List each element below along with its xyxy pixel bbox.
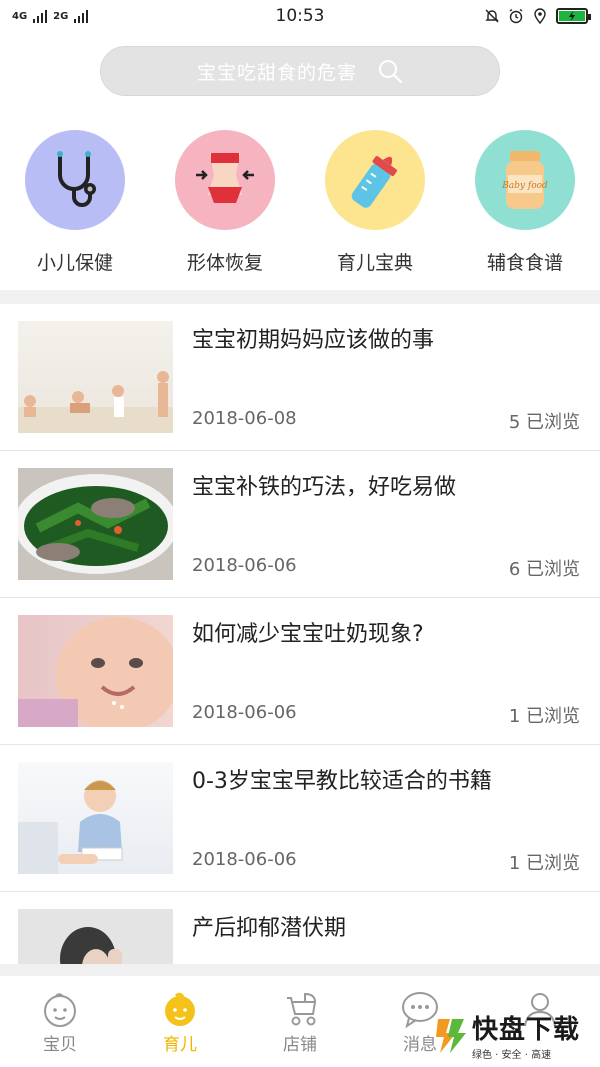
article-item[interactable]: 0-3岁宝宝早教比较适合的书籍 2018-06-06 1 已浏览 [0,745,600,892]
search-placeholder: 宝宝吃甜食的危害 [196,61,357,84]
baby-bottle-icon [325,130,425,230]
category-row: 小儿保健 形体恢复 育儿宝典 Baby food 辅食食谱 [0,130,600,280]
article-views: 5 已浏览 [508,412,580,433]
article-list: 宝宝初期妈妈应该做的事 2018-06-08 5 已浏览 宝宝补铁的巧法，好吃易… [0,304,600,964]
article-date: 2018-06-06 [192,849,297,870]
article-item[interactable]: 如何减少宝宝吐奶现象? 2018-06-06 1 已浏览 [0,598,600,745]
signal-strength-icon-2 [74,9,89,23]
baby-food-jar-icon: Baby food [475,130,575,230]
article-thumbnail [18,762,173,874]
article-item[interactable]: 宝宝初期妈妈应该做的事 2018-06-08 5 已浏览 [0,304,600,451]
article-item[interactable]: 产后抑郁潜伏期 [0,892,600,964]
lightning-logo-icon [436,1019,466,1053]
article-title: 宝宝初期妈妈应该做的事 [192,328,435,353]
article-title: 如何减少宝宝吐奶现象? [192,622,424,647]
stroller-icon [287,992,317,1026]
network-label-2: 2G [53,10,69,22]
status-icons [484,8,591,24]
article-title: 产后抑郁潜伏期 [192,916,347,941]
svg-text:Baby food: Baby food [501,181,548,191]
article-thumbnail [18,615,173,727]
article-title: 宝宝补铁的巧法，好吃易做 [192,475,457,500]
article-views: 1 已浏览 [508,853,580,874]
article-views: 1 已浏览 [508,706,580,727]
category-parenting-guide[interactable]: 育儿宝典 [300,130,450,280]
tabbar-divider [0,964,600,976]
category-label: 辅食食谱 [486,252,563,274]
article-date: 2018-06-06 [192,555,297,576]
tab-label: 育儿 [163,1035,197,1055]
article-date: 2018-06-08 [192,408,297,429]
category-child-health[interactable]: 小儿保健 [0,130,150,280]
alarm-icon [509,8,523,24]
article-thumbnail [18,468,173,580]
watermark-logo: 快盘下载 绿色 · 安全 · 高速 [434,1010,594,1061]
tab-baby[interactable]: 宝贝 [0,976,120,1067]
article-date: 2018-06-06 [192,702,297,723]
tab-label: 店铺 [283,1035,317,1055]
article-title: 0-3岁宝宝早教比较适合的书籍 [192,769,492,794]
watermark-title: 快盘下载 [472,1015,581,1045]
category-label: 育儿宝典 [336,252,413,274]
network-label-1: 4G [12,10,28,22]
baby-face-icon [44,993,76,1027]
article-thumbnail [18,321,173,433]
tab-parenting[interactable]: 育儿 [120,976,240,1067]
section-divider [0,290,600,304]
tab-label: 消息 [403,1035,437,1055]
stethoscope-icon [25,130,125,230]
watermark-subtitle: 绿色 · 安全 · 高速 [472,1050,552,1061]
search-icon[interactable] [377,58,403,84]
category-label: 形体恢复 [186,252,263,274]
category-body-recovery[interactable]: 形体恢复 [150,130,300,280]
signal-area: 4G 2G [12,9,89,23]
tab-store[interactable]: 店铺 [240,976,360,1067]
baby-face-filled-icon [165,992,195,1026]
location-icon [534,8,546,24]
status-bar: 4G 2G 10:53 [0,0,600,32]
bell-mute-icon [485,9,499,23]
search-bar[interactable]: 宝宝吃甜食的危害 [100,46,500,96]
article-views: 6 已浏览 [508,559,580,580]
tab-label: 宝贝 [43,1035,77,1055]
article-item[interactable]: 宝宝补铁的巧法，好吃易做 2018-06-06 6 已浏览 [0,451,600,598]
article-thumbnail [18,909,173,964]
body-shape-icon [175,130,275,230]
signal-strength-icon [33,9,48,23]
battery-icon [556,8,591,24]
category-baby-food[interactable]: Baby food 辅食食谱 [450,130,600,280]
category-label: 小儿保健 [36,252,113,274]
